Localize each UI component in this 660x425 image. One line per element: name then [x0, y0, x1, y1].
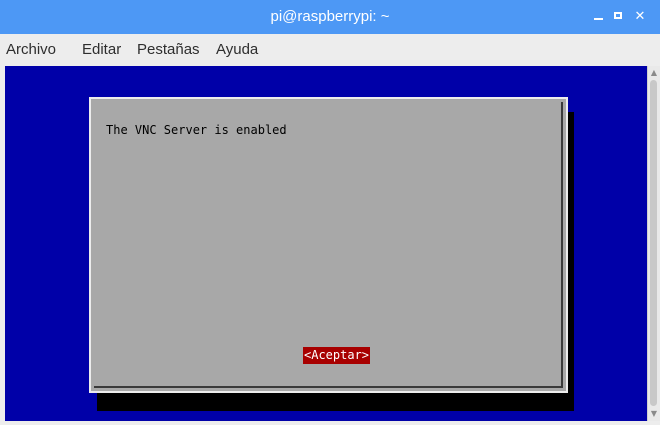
scroll-thumb[interactable]: [650, 80, 657, 406]
dialog-message: The VNC Server is enabled: [106, 123, 287, 137]
minimize-button[interactable]: [589, 0, 609, 34]
maximize-button[interactable]: [609, 0, 629, 34]
menu-item-ayuda[interactable]: Ayuda: [216, 34, 258, 66]
close-icon: ✕: [634, 9, 646, 24]
maximize-icon: [614, 12, 622, 19]
menu-item-editar[interactable]: Editar: [82, 34, 121, 66]
menu-item-pestanas[interactable]: Pestañas: [137, 34, 200, 66]
window-title: pi@raspberrypi: ~: [270, 8, 390, 25]
close-button[interactable]: ✕: [630, 0, 650, 34]
dialog-frame: [94, 102, 563, 388]
terminal-area[interactable]: The VNC Server is enabled <Aceptar>: [5, 66, 647, 421]
message-dialog: The VNC Server is enabled <Aceptar>: [89, 97, 568, 393]
scroll-up-arrow-icon[interactable]: ▲: [648, 67, 660, 79]
vertical-scrollbar[interactable]: ▲ ▼: [647, 66, 660, 421]
menu-item-archivo[interactable]: Archivo: [6, 34, 56, 66]
minimize-icon: [594, 18, 603, 20]
terminal-window: pi@raspberrypi: ~ ✕ Archivo Editar Pesta…: [0, 0, 660, 425]
menu-bar: Archivo Editar Pestañas Ayuda: [0, 34, 660, 66]
scroll-down-arrow-icon[interactable]: ▼: [648, 408, 660, 420]
title-bar[interactable]: pi@raspberrypi: ~ ✕: [0, 0, 660, 34]
accept-button[interactable]: <Aceptar>: [303, 347, 371, 364]
